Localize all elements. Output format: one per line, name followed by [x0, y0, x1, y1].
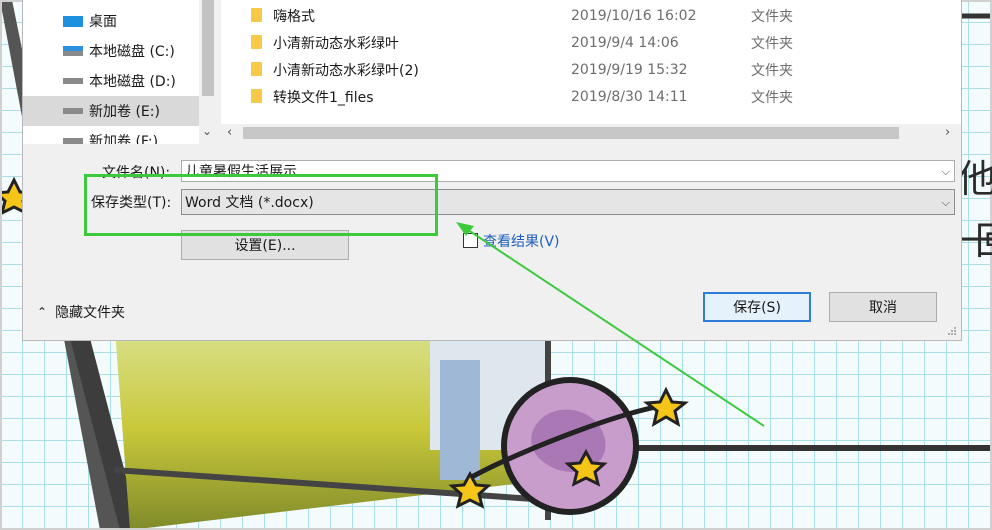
chevron-down-icon[interactable]: ⌵ — [942, 190, 950, 216]
highlight-box — [84, 174, 438, 236]
folder-icon — [251, 89, 262, 103]
file-row[interactable]: 转换文件1_files 2019/8/30 14:11 文件夹 — [221, 83, 961, 110]
file-name: 转换文件1_files — [273, 89, 374, 106]
drive-icon — [63, 138, 83, 144]
nav-scrollbar[interactable]: ⌄ — [199, 0, 217, 144]
chevron-down-icon[interactable]: ⌄ — [202, 124, 212, 138]
nav-item-label: 桌面 — [89, 14, 117, 30]
chevron-right-icon[interactable]: › — [945, 125, 950, 140]
nav-item-label: 本地磁盘 (D:) — [89, 74, 176, 90]
hide-folders-label: 隐藏文件夹 — [55, 305, 126, 321]
nav-item-label: 新加卷 (F:) — [89, 134, 159, 144]
nav-item-desktop[interactable]: 桌面 — [23, 6, 199, 36]
slide-text-char: 他 — [958, 157, 992, 201]
file-date: 2019/8/30 14:11 — [571, 88, 688, 105]
chevron-left-icon[interactable]: ‹ — [227, 125, 232, 140]
hide-folders-toggle[interactable]: ⌃ 隐藏文件夹 — [37, 302, 125, 322]
file-type: 文件夹 — [751, 35, 793, 52]
file-row[interactable]: 嗨格式 2019/10/16 16:02 文件夹 — [221, 2, 961, 29]
folder-icon — [251, 62, 262, 76]
folder-icon — [251, 8, 262, 22]
nav-item-drive-d[interactable]: 本地磁盘 (D:) — [23, 66, 199, 96]
file-type: 文件夹 — [751, 89, 793, 106]
file-row[interactable]: 小清新动态水彩绿叶(2) 2019/9/19 15:32 文件夹 — [221, 56, 961, 83]
save-button[interactable]: 保存(S) — [703, 292, 811, 322]
drive-windows-icon — [63, 46, 83, 56]
view-results-checkbox[interactable] — [463, 233, 478, 248]
view-results-label[interactable]: 查看结果(V) — [483, 231, 560, 251]
file-date: 2019/9/4 14:06 — [571, 34, 679, 51]
file-name: 嗨格式 — [273, 8, 315, 25]
drive-icon — [63, 108, 83, 114]
drive-icon — [63, 78, 83, 84]
nav-item-drive-e[interactable]: 新加卷 (E:) — [23, 96, 199, 126]
nav-item-drive-f[interactable]: 新加卷 (F:) — [23, 126, 199, 144]
chevron-up-icon: ⌃ — [37, 305, 48, 319]
cancel-button[interactable]: 取消 — [829, 292, 937, 322]
file-name: 小清新动态水彩绿叶(2) — [273, 62, 419, 79]
nav-item-label: 本地磁盘 (C:) — [89, 44, 175, 60]
file-list: 嗨格式 2019/10/16 16:02 文件夹 小清新动态水彩绿叶 2019/… — [221, 0, 961, 124]
save-as-dialog: 桌面 本地磁盘 (C:) 本地磁盘 (D:) 新加卷 (E:) 新加卷 (F:)… — [22, 0, 962, 341]
folder-icon — [251, 35, 262, 49]
file-name: 小清新动态水彩绿叶 — [273, 35, 399, 52]
nav-item-label: 新加卷 (E:) — [89, 104, 160, 120]
chevron-down-icon[interactable]: ⌵ — [942, 161, 950, 183]
nav-scrollbar-thumb[interactable] — [202, 0, 214, 96]
slide-text-char: 回 — [975, 210, 992, 265]
desktop-icon — [63, 15, 83, 27]
navigation-pane: 桌面 本地磁盘 (C:) 本地磁盘 (D:) 新加卷 (E:) 新加卷 (F:) — [23, 0, 199, 144]
file-type: 文件夹 — [751, 62, 793, 79]
settings-button-label: 设置(E)... — [234, 238, 296, 254]
file-date: 2019/9/19 15:32 — [571, 61, 688, 78]
file-row[interactable]: 小清新动态水彩绿叶 2019/9/4 14:06 文件夹 — [221, 29, 961, 56]
cancel-button-label: 取消 — [869, 300, 897, 316]
horizontal-scrollbar-thumb[interactable] — [243, 127, 899, 139]
horizontal-scrollbar[interactable]: ‹ › — [221, 124, 961, 142]
file-date: 2019/10/16 16:02 — [571, 7, 697, 24]
nav-item-drive-c[interactable]: 本地磁盘 (C:) — [23, 36, 199, 66]
save-button-label: 保存(S) — [733, 300, 781, 316]
resize-grip-icon[interactable] — [947, 326, 957, 336]
file-type: 文件夹 — [751, 8, 793, 25]
